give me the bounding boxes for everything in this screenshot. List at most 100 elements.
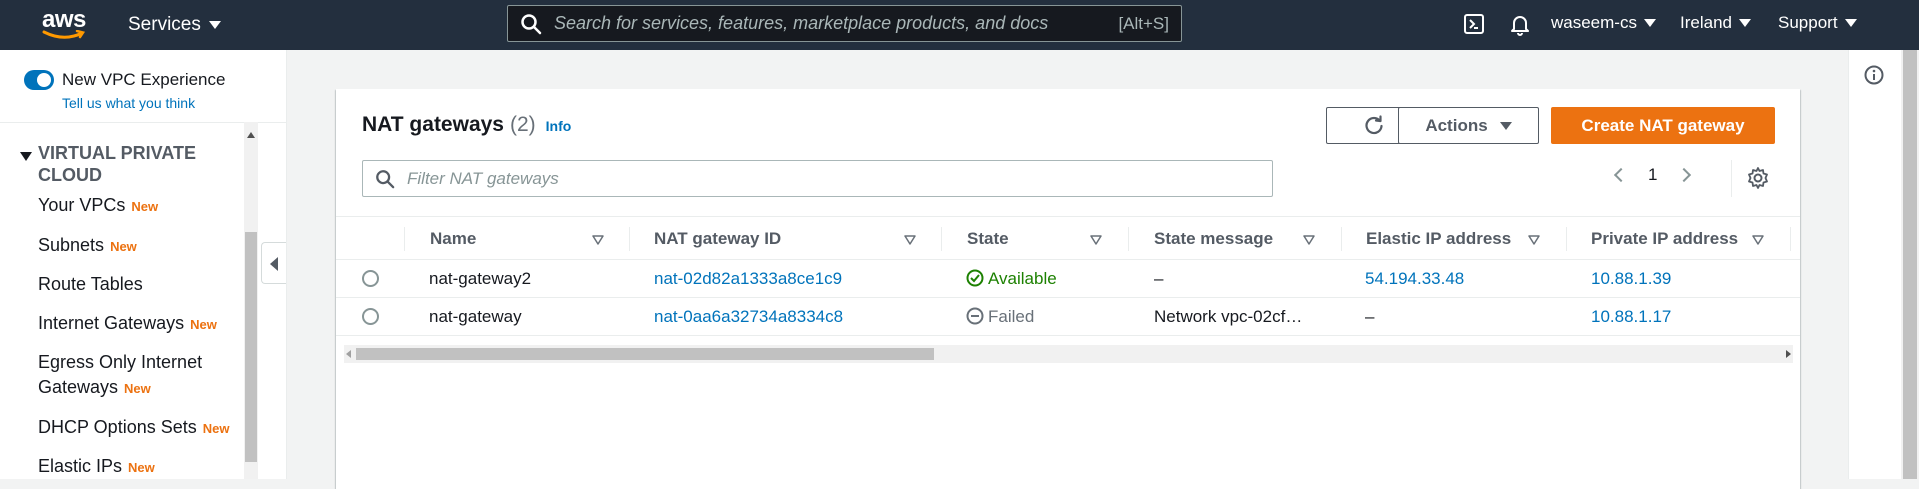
- new-badge: New: [124, 381, 151, 396]
- new-badge: New: [131, 199, 159, 214]
- scroll-up-arrow-icon[interactable]: [247, 132, 255, 138]
- chevron-left-icon[interactable]: [1613, 167, 1629, 183]
- tell-us-link[interactable]: Tell us what you think: [62, 95, 195, 111]
- aws-logo-text: aws: [42, 6, 86, 33]
- global-search-input[interactable]: Search for services, features, marketpla…: [507, 5, 1182, 42]
- scroll-left-arrow-icon[interactable]: [346, 350, 351, 358]
- sidebar-item-dhcp-options-sets[interactable]: DHCP Options Sets New: [38, 415, 229, 441]
- table-row[interactable]: nat-gateway2 nat-02d82a1333a8ce1c9 Avail…: [336, 260, 1800, 298]
- page-number[interactable]: 1: [1648, 165, 1657, 185]
- cloudshell-icon[interactable]: [1462, 12, 1486, 36]
- table-row[interactable]: nat-gateway nat-0aa6a32734a8334c8 Failed…: [336, 298, 1800, 336]
- create-nat-gateway-button[interactable]: Create NAT gateway: [1551, 107, 1775, 144]
- page-scrollbar[interactable]: [1901, 50, 1919, 479]
- cell-state-message: –: [1154, 269, 1164, 288]
- sidebar-item-subnets[interactable]: Subnets New: [38, 233, 137, 259]
- scroll-right-arrow-icon[interactable]: [1786, 350, 1791, 358]
- column-separator: [629, 227, 630, 251]
- chevron-right-icon[interactable]: [1677, 167, 1692, 183]
- cell-elastic-ip-link[interactable]: 54.194.33.48: [1365, 269, 1464, 289]
- cell-state: Available: [966, 269, 1057, 289]
- sidebar-item-label: Egress Only Internet Gateways: [38, 352, 203, 397]
- sidebar-item-label: Subnets: [38, 235, 105, 255]
- column-header-state[interactable]: State: [967, 229, 1009, 249]
- collapse-sidebar-button[interactable]: [261, 242, 286, 284]
- column-separator: [1128, 227, 1129, 251]
- scrollbar-thumb[interactable]: [1903, 50, 1917, 479]
- sidebar-item-label: Route Tables: [38, 274, 143, 294]
- sidebar-item-route-tables[interactable]: Route Tables: [38, 272, 143, 297]
- aws-logo[interactable]: aws: [42, 8, 90, 42]
- scrollbar-thumb[interactable]: [245, 232, 257, 462]
- new-badge: New: [110, 239, 137, 254]
- bell-icon[interactable]: [1508, 12, 1532, 36]
- sidebar: New VPC Experience Tell us what you thin…: [0, 50, 287, 479]
- cell-private-ip-link[interactable]: 10.88.1.17: [1591, 307, 1671, 327]
- minus-circle-icon: [966, 307, 984, 325]
- nat-gateways-panel: NAT gateways (2) Info Actions Create NAT g…: [336, 89, 1800, 489]
- sort-icon[interactable]: [592, 235, 604, 245]
- new-badge: New: [128, 460, 155, 475]
- create-label: Create NAT gateway: [1581, 115, 1745, 135]
- cell-name: nat-gateway2: [429, 269, 532, 288]
- search-shortcut: [Alt+S]: [1118, 13, 1169, 33]
- gear-icon[interactable]: [1746, 166, 1770, 190]
- vpc-experience-label: New VPC Experience: [62, 70, 226, 89]
- actions-label: Actions: [1425, 115, 1488, 135]
- filter-input[interactable]: Filter NAT gateways: [362, 160, 1273, 197]
- row-select-radio[interactable]: [362, 308, 379, 325]
- item-count: (2): [510, 113, 536, 136]
- sort-icon[interactable]: [1528, 235, 1540, 245]
- cell-nat-gateway-id-link[interactable]: nat-0aa6a32734a8334c8: [654, 307, 843, 327]
- account-menu[interactable]: waseem-cs: [1551, 13, 1656, 33]
- sidebar-item-label: Your VPCs: [38, 195, 126, 215]
- column-separator: [1790, 227, 1791, 251]
- column-header-name[interactable]: Name: [430, 229, 476, 249]
- chevron-down-icon: [1643, 19, 1656, 27]
- column-header-state-message[interactable]: State message: [1154, 229, 1273, 249]
- chevron-down-icon: [1499, 121, 1512, 130]
- sidebar-item-egress-only-internet-gateways[interactable]: Egress Only Internet Gateways New: [38, 350, 238, 401]
- info-link[interactable]: Info: [546, 118, 572, 134]
- new-badge: New: [202, 421, 230, 436]
- support-menu[interactable]: Support: [1778, 13, 1857, 33]
- section-vpc[interactable]: VIRTUAL PRIVATE CLOUD: [20, 142, 238, 186]
- row-select-radio[interactable]: [362, 270, 379, 287]
- scrollbar-thumb[interactable]: [356, 348, 934, 360]
- sidebar-scrollbar[interactable]: [244, 122, 258, 479]
- cell-elastic-ip: –: [1365, 307, 1375, 326]
- sidebar-item-internet-gateways[interactable]: Internet Gateways New: [38, 311, 217, 337]
- info-icon[interactable]: [1863, 64, 1885, 86]
- services-menu[interactable]: Services: [128, 14, 221, 36]
- top-navigation-bar: aws Services Search for services, featur…: [0, 0, 1919, 50]
- cell-state-message: Network vpc-02cf…: [1154, 307, 1303, 326]
- table-horizontal-scrollbar[interactable]: [344, 345, 1793, 363]
- actions-button[interactable]: Actions: [1398, 107, 1539, 144]
- sort-icon[interactable]: [1090, 235, 1102, 245]
- page-title: NAT gateways (2) Info: [362, 113, 571, 137]
- vpc-experience-toggle[interactable]: [24, 70, 54, 90]
- chevron-down-icon: [208, 21, 221, 29]
- cell-private-ip-link[interactable]: 10.88.1.39: [1591, 269, 1671, 289]
- column-header-nat-gateway-id[interactable]: NAT gateway ID: [654, 229, 781, 249]
- region-label: Ireland: [1680, 13, 1732, 32]
- sort-icon[interactable]: [1752, 235, 1764, 245]
- sort-icon[interactable]: [1303, 235, 1315, 245]
- pagination: 1: [1613, 165, 1692, 185]
- cell-state: Failed: [966, 307, 1034, 327]
- sidebar-item-your-vpcs[interactable]: Your VPCs New: [38, 193, 158, 219]
- state-text: Available: [988, 269, 1057, 288]
- sidebar-item-elastic-ips[interactable]: Elastic IPs New: [38, 454, 155, 479]
- vpc-experience-toggle-row: New VPC Experience: [24, 70, 225, 90]
- filter-placeholder: Filter NAT gateways: [407, 168, 559, 188]
- search-icon: [376, 169, 395, 188]
- column-header-private-ip[interactable]: Private IP address: [1591, 229, 1738, 249]
- column-separator: [1341, 227, 1342, 251]
- pagination-divider: [1731, 160, 1732, 197]
- sort-icon[interactable]: [904, 235, 916, 245]
- region-menu[interactable]: Ireland: [1680, 13, 1751, 33]
- column-header-elastic-ip[interactable]: Elastic IP address: [1366, 229, 1511, 249]
- tools-panel-bar: [1848, 50, 1901, 479]
- cell-nat-gateway-id-link[interactable]: nat-02d82a1333a8ce1c9: [654, 269, 842, 289]
- check-circle-icon: [966, 269, 984, 287]
